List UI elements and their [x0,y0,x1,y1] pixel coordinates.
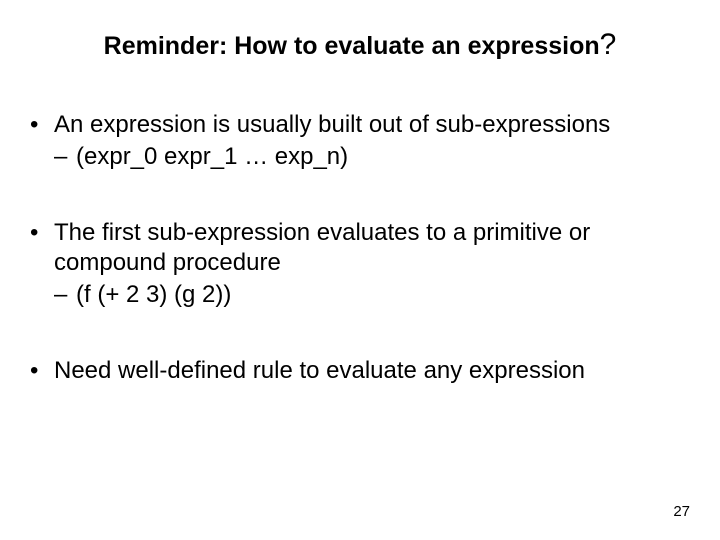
bullet-item: The first sub-expression evaluates to a … [30,218,690,310]
bullet-text: An expression is usually built out of su… [54,111,610,138]
page-number: 27 [673,503,690,520]
title-text: Reminder: How to evaluate an expression [104,32,600,60]
title-qmark: ? [600,28,617,61]
sub-bullet-text: (expr_0 expr_1 … exp_n) [76,143,348,170]
sub-bullet-text: (f (+ 2 3) (g 2)) [76,281,231,308]
bullet-item: An expression is usually built out of su… [30,110,690,172]
slide-title: Reminder: How to evaluate an expression? [30,28,690,62]
bullet-text: The first sub-expression evaluates to a … [54,219,590,276]
sub-bullet: (f (+ 2 3) (g 2)) [54,280,690,310]
bullet-item: Need well-defined rule to evaluate any e… [30,356,690,386]
slide-content: An expression is usually built out of su… [30,110,690,386]
sub-bullet: (expr_0 expr_1 … exp_n) [54,142,690,172]
bullet-text: Need well-defined rule to evaluate any e… [54,357,585,384]
